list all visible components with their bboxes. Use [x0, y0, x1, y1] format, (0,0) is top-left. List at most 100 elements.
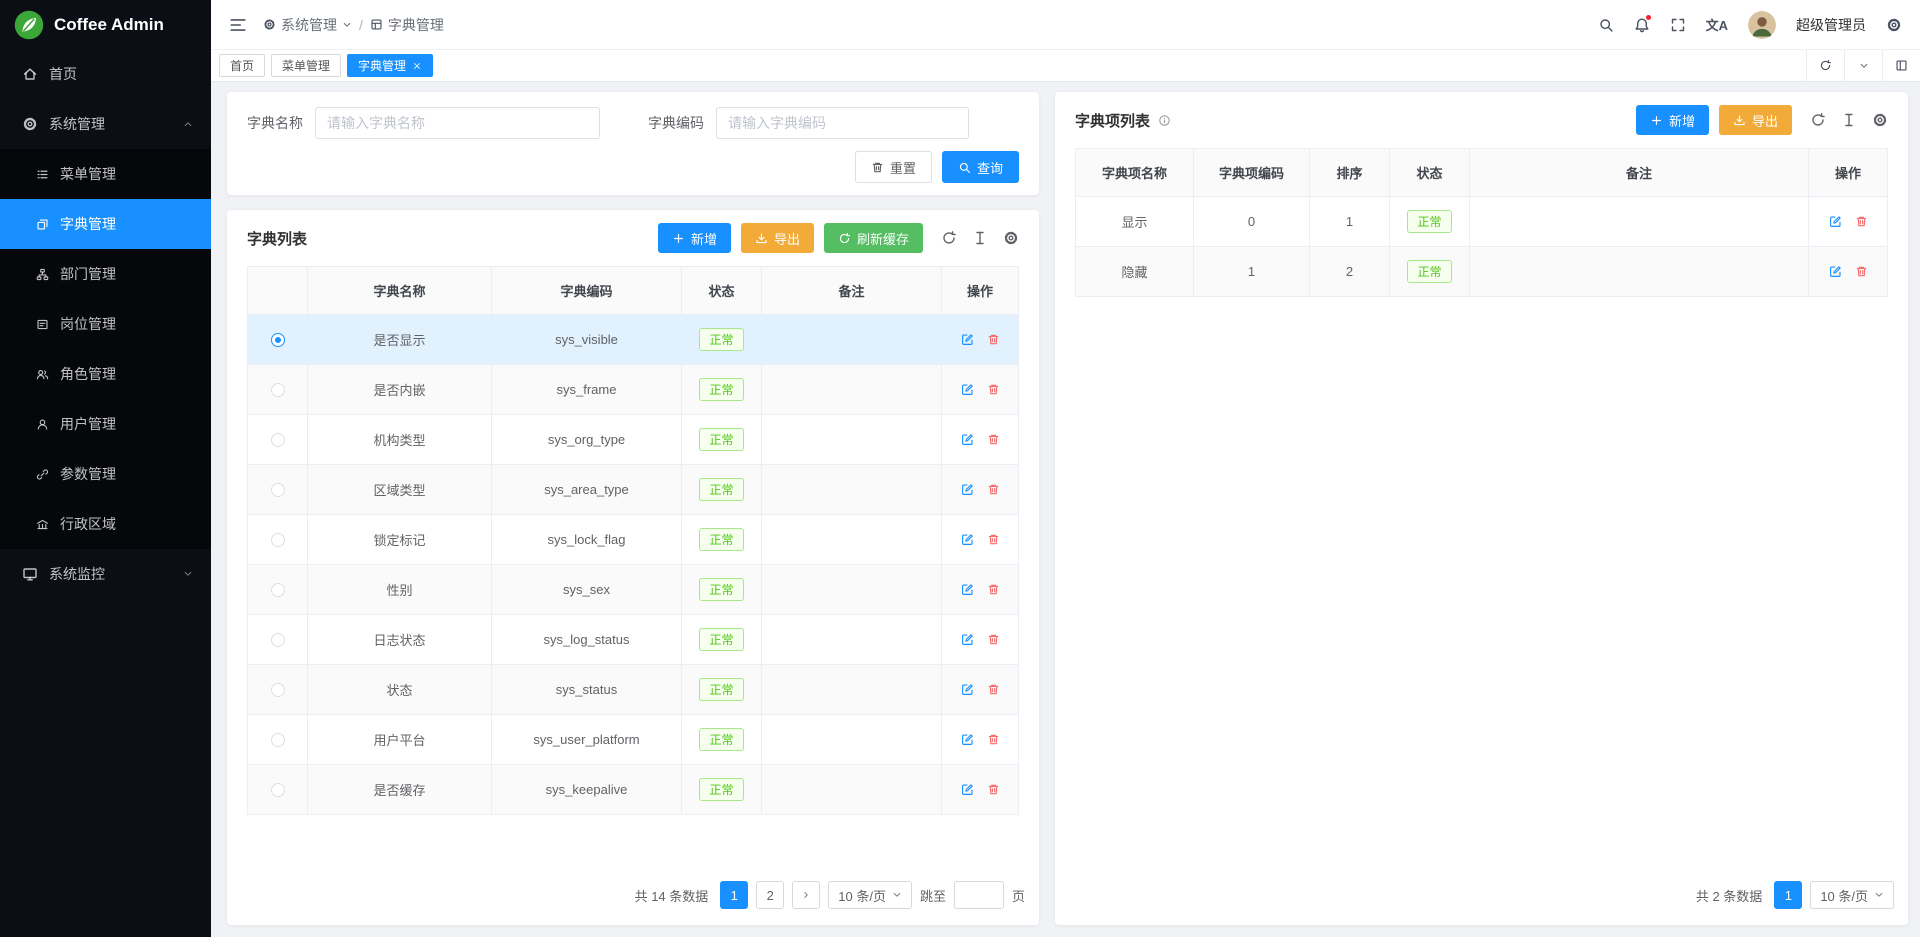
row-radio[interactable]	[271, 683, 285, 697]
row-radio[interactable]	[271, 633, 285, 647]
search-icon[interactable]	[1598, 17, 1614, 33]
sidebar-item-menu-mgmt[interactable]: 菜单管理	[0, 149, 211, 199]
table-gear-icon[interactable]	[1003, 230, 1019, 246]
refresh-tab-button[interactable]	[1806, 50, 1844, 81]
edit-icon[interactable]	[961, 733, 974, 746]
table-row[interactable]: 日志状态 sys_log_status 正常	[248, 615, 1018, 665]
breadcrumb-dict[interactable]: 字典管理	[370, 15, 444, 35]
dict-code-field: 字典编码	[648, 107, 969, 139]
sidebar-item-region[interactable]: 行政区域	[0, 499, 211, 549]
sidebar-item-home[interactable]: 首页	[0, 49, 211, 99]
sidebar-toggle-icon[interactable]	[229, 16, 247, 34]
edit-icon[interactable]	[961, 383, 974, 396]
edit-icon[interactable]	[961, 533, 974, 546]
delete-icon[interactable]	[1855, 265, 1868, 278]
row-radio[interactable]	[271, 533, 285, 547]
edit-icon[interactable]	[961, 633, 974, 646]
table-row[interactable]: 区域类型 sys_area_type 正常	[248, 465, 1018, 515]
jump-page-input[interactable]	[954, 881, 1004, 909]
row-radio[interactable]	[271, 733, 285, 747]
export-dict-item-button[interactable]: 导出	[1719, 105, 1792, 135]
layout-toggle-button[interactable]	[1882, 50, 1920, 81]
row-radio[interactable]	[271, 783, 285, 797]
table-row[interactable]: 锁定标记 sys_lock_flag 正常	[248, 515, 1018, 565]
reset-button[interactable]: 重置	[855, 151, 932, 183]
page-size-select[interactable]: 10 条/页	[1810, 881, 1894, 909]
column-settings-icon[interactable]	[972, 230, 988, 246]
sidebar-item-monitor[interactable]: 系统监控	[0, 549, 211, 599]
row-radio[interactable]	[271, 433, 285, 447]
delete-icon[interactable]	[987, 733, 1000, 746]
page-button[interactable]: 1	[720, 881, 748, 909]
add-dict-item-button[interactable]: 新增	[1636, 105, 1709, 135]
delete-icon[interactable]	[987, 783, 1000, 796]
sidebar-item-dict-mgmt[interactable]: 字典管理	[0, 199, 211, 249]
column-settings-icon[interactable]	[1841, 112, 1857, 128]
edit-icon[interactable]	[1829, 265, 1842, 278]
page-size-select[interactable]: 10 条/页	[828, 881, 912, 909]
row-radio[interactable]	[271, 483, 285, 497]
refresh-table-icon[interactable]	[1810, 112, 1826, 128]
table-row[interactable]: 是否缓存 sys_keepalive 正常	[248, 765, 1018, 815]
delete-icon[interactable]	[987, 433, 1000, 446]
row-radio[interactable]	[271, 383, 285, 397]
table-row[interactable]: 用户平台 sys_user_platform 正常	[248, 715, 1018, 765]
table-row[interactable]: 机构类型 sys_org_type 正常	[248, 415, 1018, 465]
dict-name-input[interactable]	[315, 107, 600, 139]
sidebar-item-system[interactable]: 系统管理	[0, 99, 211, 149]
refresh-table-icon[interactable]	[941, 230, 957, 246]
translate-icon[interactable]: 文A	[1706, 15, 1728, 34]
tab-options-button[interactable]	[1844, 50, 1882, 81]
delete-icon[interactable]	[1855, 215, 1868, 228]
fullscreen-icon[interactable]	[1670, 17, 1686, 33]
sidebar-item-post-mgmt[interactable]: 岗位管理	[0, 299, 211, 349]
page-button[interactable]: 2	[756, 881, 784, 909]
current-user-name[interactable]: 超级管理员	[1796, 15, 1866, 35]
tab-home[interactable]: 首页	[219, 54, 265, 77]
edit-icon[interactable]	[961, 783, 974, 796]
close-icon[interactable]	[412, 61, 422, 71]
edit-icon[interactable]	[961, 483, 974, 496]
add-dict-button[interactable]: 新增	[658, 223, 731, 253]
tab-dict-mgmt[interactable]: 字典管理	[347, 54, 433, 77]
refresh-cache-button[interactable]: 刷新缓存	[824, 223, 923, 253]
query-button[interactable]: 查询	[942, 151, 1019, 183]
edit-icon[interactable]	[961, 333, 974, 346]
sidebar-item-param-mgmt[interactable]: 参数管理	[0, 449, 211, 499]
delete-icon[interactable]	[987, 333, 1000, 346]
row-radio[interactable]	[271, 583, 285, 597]
row-radio[interactable]	[271, 333, 285, 347]
status-badge: 正常	[699, 628, 743, 651]
table-row[interactable]: 是否显示 sys_visible 正常	[248, 315, 1018, 365]
settings-gear-icon[interactable]	[1886, 17, 1902, 33]
dict-code-input[interactable]	[716, 107, 969, 139]
delete-icon[interactable]	[987, 633, 1000, 646]
delete-icon[interactable]	[987, 383, 1000, 396]
table-gear-icon[interactable]	[1872, 112, 1888, 128]
table-row[interactable]: 性别 sys_sex 正常	[248, 565, 1018, 615]
tab-menu-mgmt[interactable]: 菜单管理	[271, 54, 341, 77]
table-row[interactable]: 显示 0 1 正常	[1076, 197, 1887, 247]
sidebar-item-user-mgmt[interactable]: 用户管理	[0, 399, 211, 449]
delete-icon[interactable]	[987, 483, 1000, 496]
table-row[interactable]: 状态 sys_status 正常	[248, 665, 1018, 715]
dict-code-cell: sys_user_platform	[492, 715, 682, 765]
sidebar-item-role-mgmt[interactable]: 角色管理	[0, 349, 211, 399]
edit-icon[interactable]	[961, 683, 974, 696]
notifications-button[interactable]	[1634, 17, 1650, 33]
avatar[interactable]	[1748, 11, 1776, 39]
edit-icon[interactable]	[1829, 215, 1842, 228]
breadcrumb-system[interactable]: 系统管理	[263, 15, 352, 35]
status-badge: 正常	[699, 428, 743, 451]
next-page-button[interactable]	[792, 881, 820, 909]
delete-icon[interactable]	[987, 683, 1000, 696]
delete-icon[interactable]	[987, 533, 1000, 546]
delete-icon[interactable]	[987, 583, 1000, 596]
export-dict-button[interactable]: 导出	[741, 223, 814, 253]
table-row[interactable]: 隐藏 1 2 正常	[1076, 247, 1887, 297]
edit-icon[interactable]	[961, 433, 974, 446]
sidebar-item-dept-mgmt[interactable]: 部门管理	[0, 249, 211, 299]
page-button[interactable]: 1	[1774, 881, 1802, 909]
edit-icon[interactable]	[961, 583, 974, 596]
table-row[interactable]: 是否内嵌 sys_frame 正常	[248, 365, 1018, 415]
